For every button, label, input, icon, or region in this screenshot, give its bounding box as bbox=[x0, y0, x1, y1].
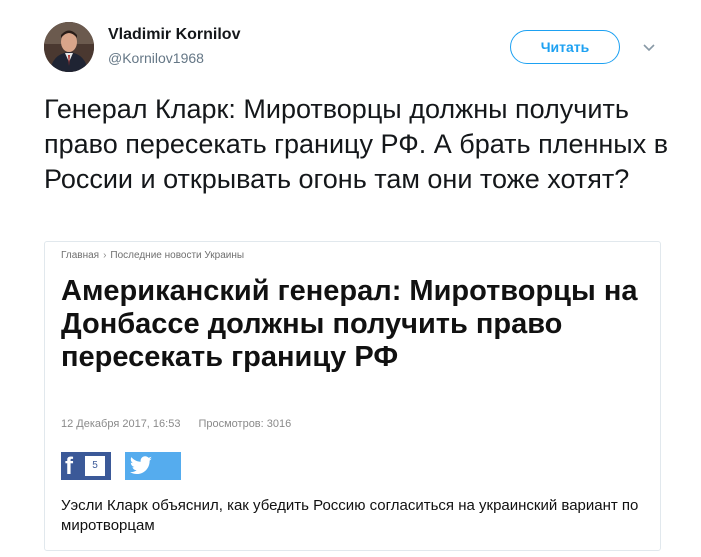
twitter-bird-icon bbox=[129, 456, 152, 474]
breadcrumb-home[interactable]: Главная bbox=[61, 250, 99, 261]
facebook-share-count: 5 bbox=[85, 456, 105, 476]
breadcrumb-section[interactable]: Последние новости Украины bbox=[110, 250, 244, 261]
avatar-photo-icon bbox=[44, 22, 94, 72]
article-views: Просмотров: 3016 bbox=[198, 418, 292, 430]
twitter-share-button[interactable] bbox=[125, 452, 181, 480]
chevron-down-icon[interactable] bbox=[642, 40, 656, 52]
author-avatar[interactable] bbox=[44, 22, 94, 72]
article-date: 12 Декабря 2017, 16:53 bbox=[61, 418, 181, 430]
article-headline: Американский генерал: Миротворцы на Донб… bbox=[61, 275, 638, 373]
article-lead: Уэсли Кларк объяснил, как убедить Россию… bbox=[61, 497, 639, 534]
facebook-icon: f bbox=[65, 453, 73, 480]
tweet-text: Генерал Кларк: Миротворцы должны получит… bbox=[44, 94, 669, 194]
author-handle[interactable]: @Kornilov1968 bbox=[108, 50, 204, 66]
article-meta: 12 Декабря 2017, 16:53 Просмотров: 3016 bbox=[61, 418, 291, 430]
facebook-share-button[interactable]: f 5 bbox=[61, 452, 111, 480]
breadcrumb-separator-icon: › bbox=[103, 250, 107, 261]
author-name[interactable]: Vladimir Kornilov bbox=[108, 26, 240, 44]
link-card[interactable]: Главная › Последние новости Украины Америк… bbox=[44, 241, 661, 551]
follow-button[interactable]: Читать bbox=[510, 30, 620, 64]
breadcrumb: Главная › Последние новости Украины bbox=[61, 250, 244, 261]
